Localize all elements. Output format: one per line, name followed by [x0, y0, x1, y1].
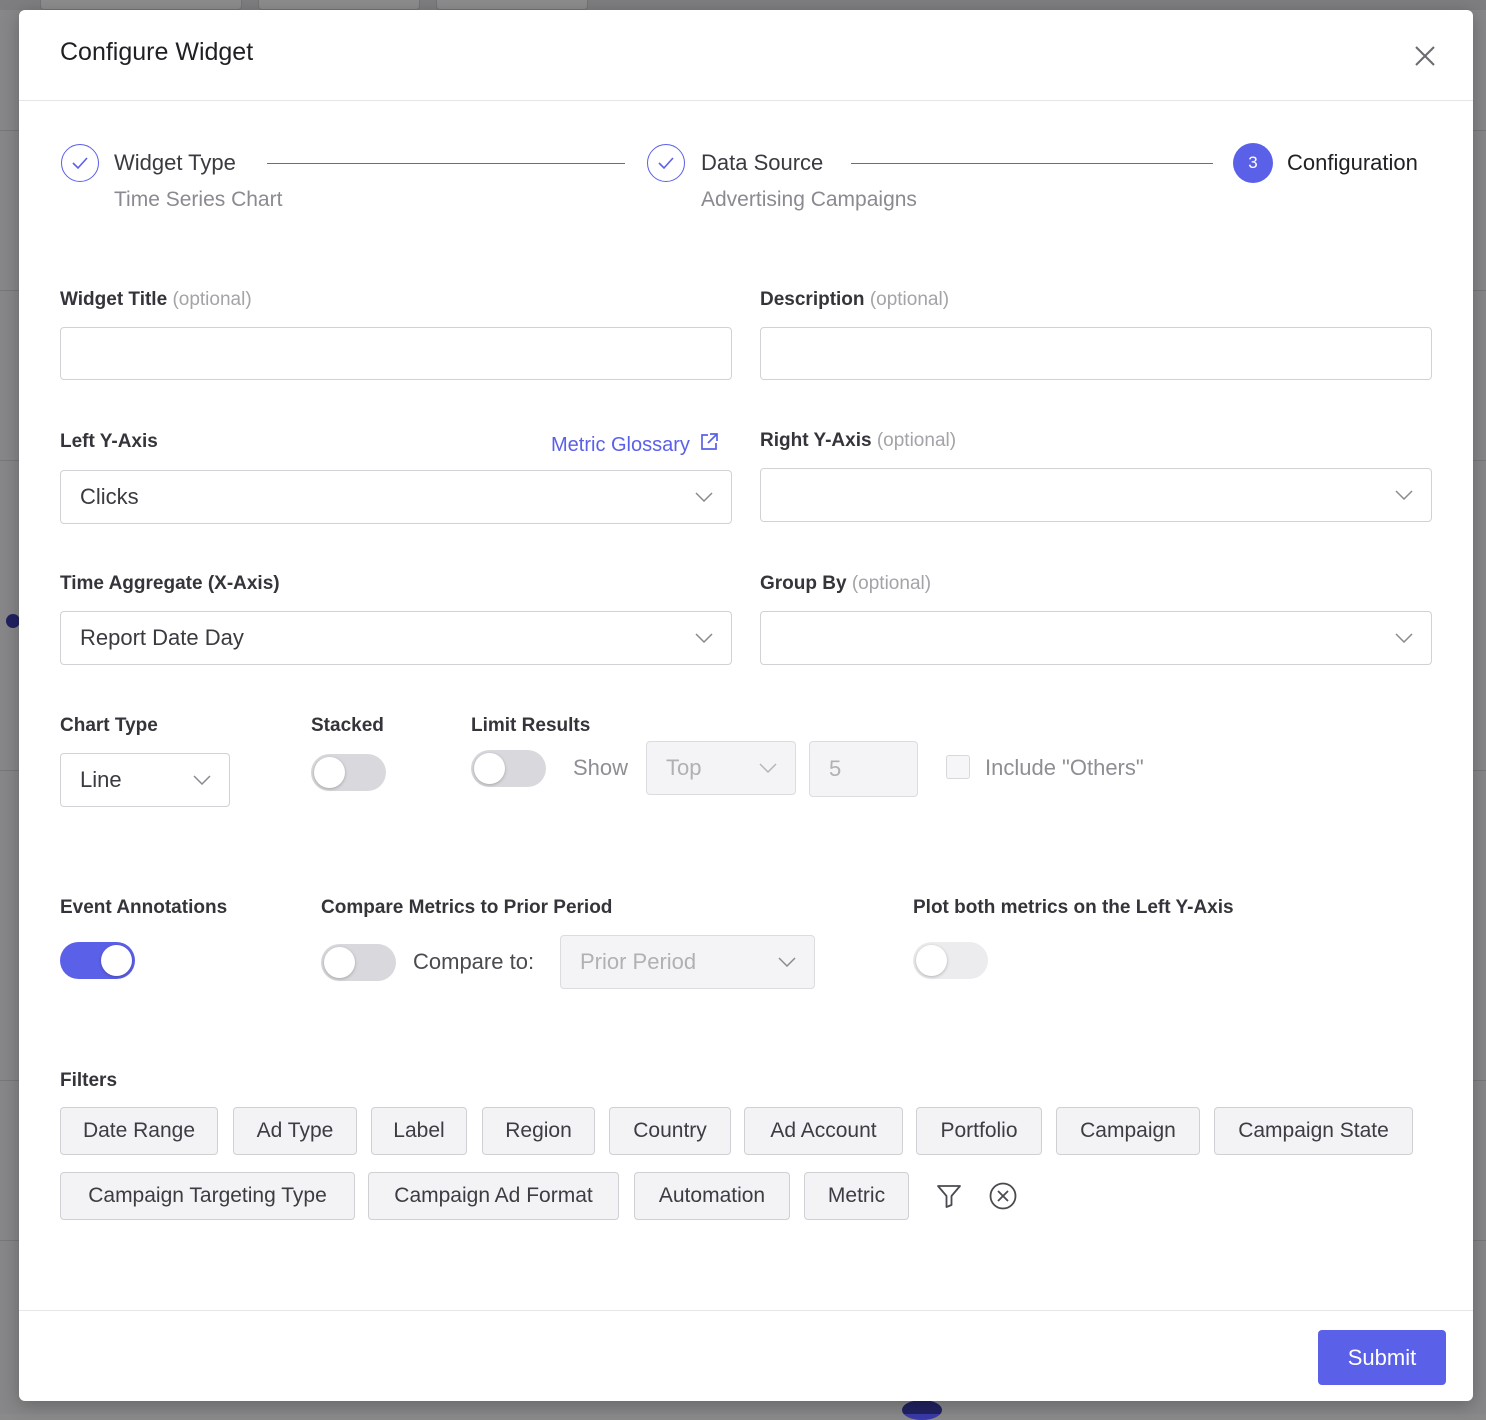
left-y-axis-label: Left Y-Axis — [60, 431, 158, 452]
widget-title-label: Widget Title (optional) — [60, 289, 252, 311]
stacked-label: Stacked — [311, 715, 384, 736]
clear-circle-icon — [989, 1182, 1017, 1210]
time-aggregate-value: Report Date Day — [80, 625, 244, 650]
compare-metrics-toggle[interactable] — [321, 944, 396, 981]
description-label: Description (optional) — [760, 289, 949, 311]
event-annotations-label: Event Annotations — [60, 897, 228, 918]
filter-chip-metric[interactable]: Metric — [804, 1172, 909, 1220]
limit-count-input[interactable]: 5 — [809, 741, 918, 797]
step-subtitle-widget-type: Time Series Chart — [114, 188, 283, 211]
optional-tag: (optional) — [851, 573, 932, 594]
filter-chip-country[interactable]: Country — [609, 1107, 731, 1155]
optional-tag: (optional) — [869, 289, 950, 310]
description-input[interactable] — [760, 327, 1432, 380]
step-title-configuration: Configuration — [1287, 150, 1418, 175]
limit-results-label: Limit Results — [471, 715, 591, 736]
limit-results-toggle[interactable] — [471, 750, 546, 787]
left-y-axis-select[interactable]: Clicks — [60, 470, 732, 524]
filter-chip-ad-type[interactable]: Ad Type — [233, 1107, 357, 1155]
group-by-select[interactable] — [760, 611, 1432, 665]
compare-metrics-label: Compare Metrics to Prior Period — [321, 897, 613, 918]
filter-chip-automation[interactable]: Automation — [634, 1172, 790, 1220]
group-by-label: Group By (optional) — [760, 573, 931, 595]
step-number-badge: 3 — [1233, 143, 1273, 183]
filter-chip-portfolio[interactable]: Portfolio — [916, 1107, 1042, 1155]
step-title-data-source: Data Source — [701, 150, 824, 175]
compare-to-value: Prior Period — [580, 949, 697, 974]
close-icon — [1415, 46, 1435, 66]
widget-title-input[interactable] — [60, 327, 732, 380]
plot-both-toggle[interactable] — [913, 942, 988, 979]
chevron-down-icon — [1395, 490, 1413, 500]
chevron-down-icon — [695, 492, 713, 502]
configure-widget-modal: Configure Widget Widget Type Time Series… — [19, 10, 1473, 1401]
step-connector — [267, 163, 625, 164]
optional-tag: (optional) — [172, 289, 252, 310]
check-icon — [72, 157, 88, 170]
compare-to-select[interactable]: Prior Period — [560, 935, 815, 989]
check-icon — [658, 157, 674, 170]
optional-tag: (optional) — [876, 430, 957, 451]
right-y-axis-select[interactable] — [760, 468, 1432, 522]
filter-chip-campaign-ad-format[interactable]: Campaign Ad Format — [368, 1172, 619, 1220]
limit-direction-value: Top — [666, 755, 702, 780]
plot-both-label: Plot both metrics on the Left Y-Axis — [913, 897, 1234, 918]
chevron-down-icon — [778, 957, 796, 967]
stacked-toggle[interactable] — [311, 754, 386, 791]
step-connector — [851, 163, 1213, 164]
metric-glossary-link-text: Metric Glossary — [551, 434, 690, 456]
filter-chip-ad-account[interactable]: Ad Account — [744, 1107, 903, 1155]
chart-type-select[interactable]: Line — [60, 753, 230, 807]
filter-chip-date-range[interactable]: Date Range — [60, 1107, 218, 1155]
filter-funnel-button[interactable] — [935, 1182, 963, 1215]
left-y-axis-value: Clicks — [80, 484, 139, 509]
close-button[interactable] — [1411, 42, 1439, 70]
limit-direction-select[interactable]: Top — [646, 741, 796, 795]
filter-chip-label[interactable]: Label — [371, 1107, 467, 1155]
chevron-down-icon — [759, 763, 777, 773]
submit-button[interactable]: Submit — [1318, 1330, 1446, 1385]
show-label: Show — [573, 755, 629, 780]
event-annotations-toggle[interactable] — [60, 942, 135, 979]
funnel-icon — [937, 1185, 961, 1208]
step-title-widget-type: Widget Type — [114, 150, 236, 175]
right-y-axis-label-text: Right Y-Axis — [760, 430, 872, 451]
toggle-knob — [324, 947, 355, 978]
step-complete-icon — [61, 144, 99, 182]
modal-footer-divider — [19, 1310, 1473, 1311]
modal-title: Configure Widget — [60, 38, 254, 66]
time-aggregate-label: Time Aggregate (X-Axis) — [60, 573, 280, 594]
toggle-knob — [916, 945, 947, 976]
time-aggregate-select[interactable]: Report Date Day — [60, 611, 732, 665]
filter-chip-campaign-targeting-type[interactable]: Campaign Targeting Type — [60, 1172, 355, 1220]
filters-label: Filters — [60, 1070, 118, 1091]
toggle-knob — [474, 753, 505, 784]
chevron-down-icon — [193, 775, 211, 785]
include-others-label: Include "Others" — [985, 755, 1144, 780]
step-subtitle-data-source: Advertising Campaigns — [701, 188, 917, 211]
filter-chip-campaign[interactable]: Campaign — [1056, 1107, 1200, 1155]
modal-header: Configure Widget — [19, 10, 1473, 101]
toggle-knob — [314, 757, 345, 788]
step-complete-icon — [647, 144, 685, 182]
compare-to-label: Compare to: — [413, 949, 535, 974]
group-by-label-text: Group By — [760, 573, 847, 594]
external-link-icon — [701, 433, 719, 450]
limit-count-value: 5 — [829, 756, 842, 781]
filter-chip-region[interactable]: Region — [482, 1107, 595, 1155]
right-y-axis-label: Right Y-Axis (optional) — [760, 430, 956, 452]
metric-glossary-link[interactable]: Metric Glossary — [551, 432, 719, 457]
widget-title-label-text: Widget Title — [60, 289, 168, 310]
toggle-knob — [101, 945, 132, 976]
chevron-down-icon — [695, 633, 713, 643]
chevron-down-icon — [1395, 633, 1413, 643]
filter-chip-campaign-state[interactable]: Campaign State — [1214, 1107, 1413, 1155]
chart-type-label: Chart Type — [60, 715, 158, 736]
chart-type-value: Line — [80, 767, 122, 792]
include-others-checkbox[interactable] — [946, 755, 970, 779]
clear-filters-button[interactable] — [988, 1181, 1018, 1216]
description-label-text: Description — [760, 289, 865, 310]
